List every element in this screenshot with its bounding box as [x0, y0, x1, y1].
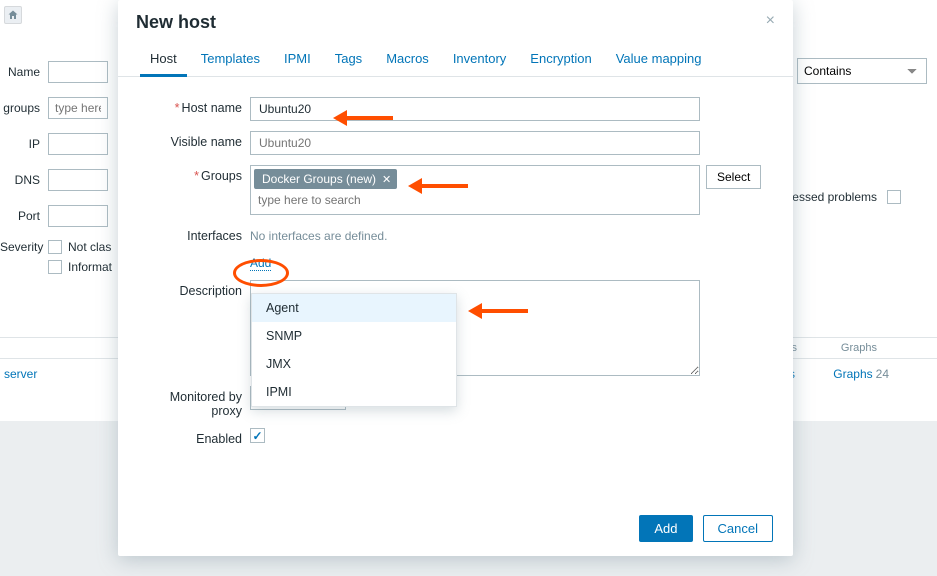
no-interfaces-text: No interfaces are defined. [250, 225, 387, 243]
remove-tag-icon[interactable]: ✕ [382, 173, 391, 186]
bg-notclas-label: Not clas [68, 240, 111, 254]
bg-cb-information[interactable] [48, 260, 62, 274]
bg-cb-suppressed[interactable] [887, 190, 901, 204]
add-button[interactable]: Add [639, 515, 692, 542]
bg-row-graphs[interactable]: Graphs [833, 367, 872, 381]
dropdown-item-jmx[interactable]: JMX [252, 350, 456, 378]
tab-host[interactable]: Host [140, 45, 187, 77]
bg-port-label: Port [0, 209, 48, 223]
dropdown-item-ipmi[interactable]: IPMI [252, 378, 456, 406]
bg-contains-select[interactable]: Contains [797, 58, 927, 84]
tab-inventory[interactable]: Inventory [443, 45, 516, 76]
label-monitored-by: Monitored by proxy [140, 386, 250, 418]
enabled-checkbox[interactable] [250, 428, 265, 443]
tab-valuemapping[interactable]: Value mapping [606, 45, 712, 76]
close-icon[interactable]: × [766, 12, 775, 30]
add-interface-dropdown: Agent SNMP JMX IPMI [251, 293, 457, 407]
modal-title: New host [136, 12, 216, 33]
bg-dns-label: DNS [0, 173, 48, 187]
groups-search-input[interactable] [254, 189, 454, 211]
tab-templates[interactable]: Templates [191, 45, 270, 76]
bg-info-label: Informat [68, 260, 112, 274]
bg-ip-label: IP [0, 137, 48, 151]
select-groups-button[interactable]: Select [706, 165, 761, 189]
dropdown-item-agent[interactable]: Agent [252, 294, 456, 322]
label-groups: *Groups [140, 165, 250, 183]
groups-box[interactable]: Docker Groups (new) ✕ [250, 165, 700, 215]
bg-ip-input[interactable] [48, 133, 108, 155]
group-tag-text: Docker Groups (new) [262, 172, 376, 186]
bg-col-graphs: Graphs [841, 342, 877, 354]
dropdown-item-snmp[interactable]: SNMP [252, 322, 456, 350]
bg-row-graphs-count: 24 [876, 367, 889, 381]
tab-bar: Host Templates IPMI Tags Macros Inventor… [118, 41, 793, 77]
new-host-modal: New host × Host Templates IPMI Tags Macr… [118, 0, 793, 556]
host-name-input[interactable] [250, 97, 700, 121]
bg-row-server[interactable]: server [4, 367, 37, 381]
bg-name-label: Name [0, 65, 48, 79]
add-interface-link[interactable]: Add [250, 256, 271, 271]
bg-severity-label: Severity [0, 240, 48, 254]
bg-groups-input[interactable] [48, 97, 108, 119]
group-tag-chip: Docker Groups (new) ✕ [254, 169, 397, 189]
visible-name-input[interactable] [250, 131, 700, 155]
tab-macros[interactable]: Macros [376, 45, 439, 76]
tab-encryption[interactable]: Encryption [520, 45, 601, 76]
label-enabled: Enabled [140, 428, 250, 446]
tab-ipmi[interactable]: IPMI [274, 45, 321, 76]
tab-tags[interactable]: Tags [325, 45, 372, 76]
home-icon[interactable] [4, 6, 22, 24]
bg-name-input[interactable] [48, 61, 108, 83]
bg-port-input[interactable] [48, 205, 108, 227]
cancel-button[interactable]: Cancel [703, 515, 773, 542]
label-interfaces: Interfaces [140, 225, 250, 243]
label-description: Description [140, 280, 250, 298]
label-visible-name: Visible name [140, 131, 250, 149]
bg-groups-label: groups [0, 101, 48, 115]
bg-cb-notclassified[interactable] [48, 240, 62, 254]
label-host-name: *Host name [140, 97, 250, 115]
bg-dns-input[interactable] [48, 169, 108, 191]
